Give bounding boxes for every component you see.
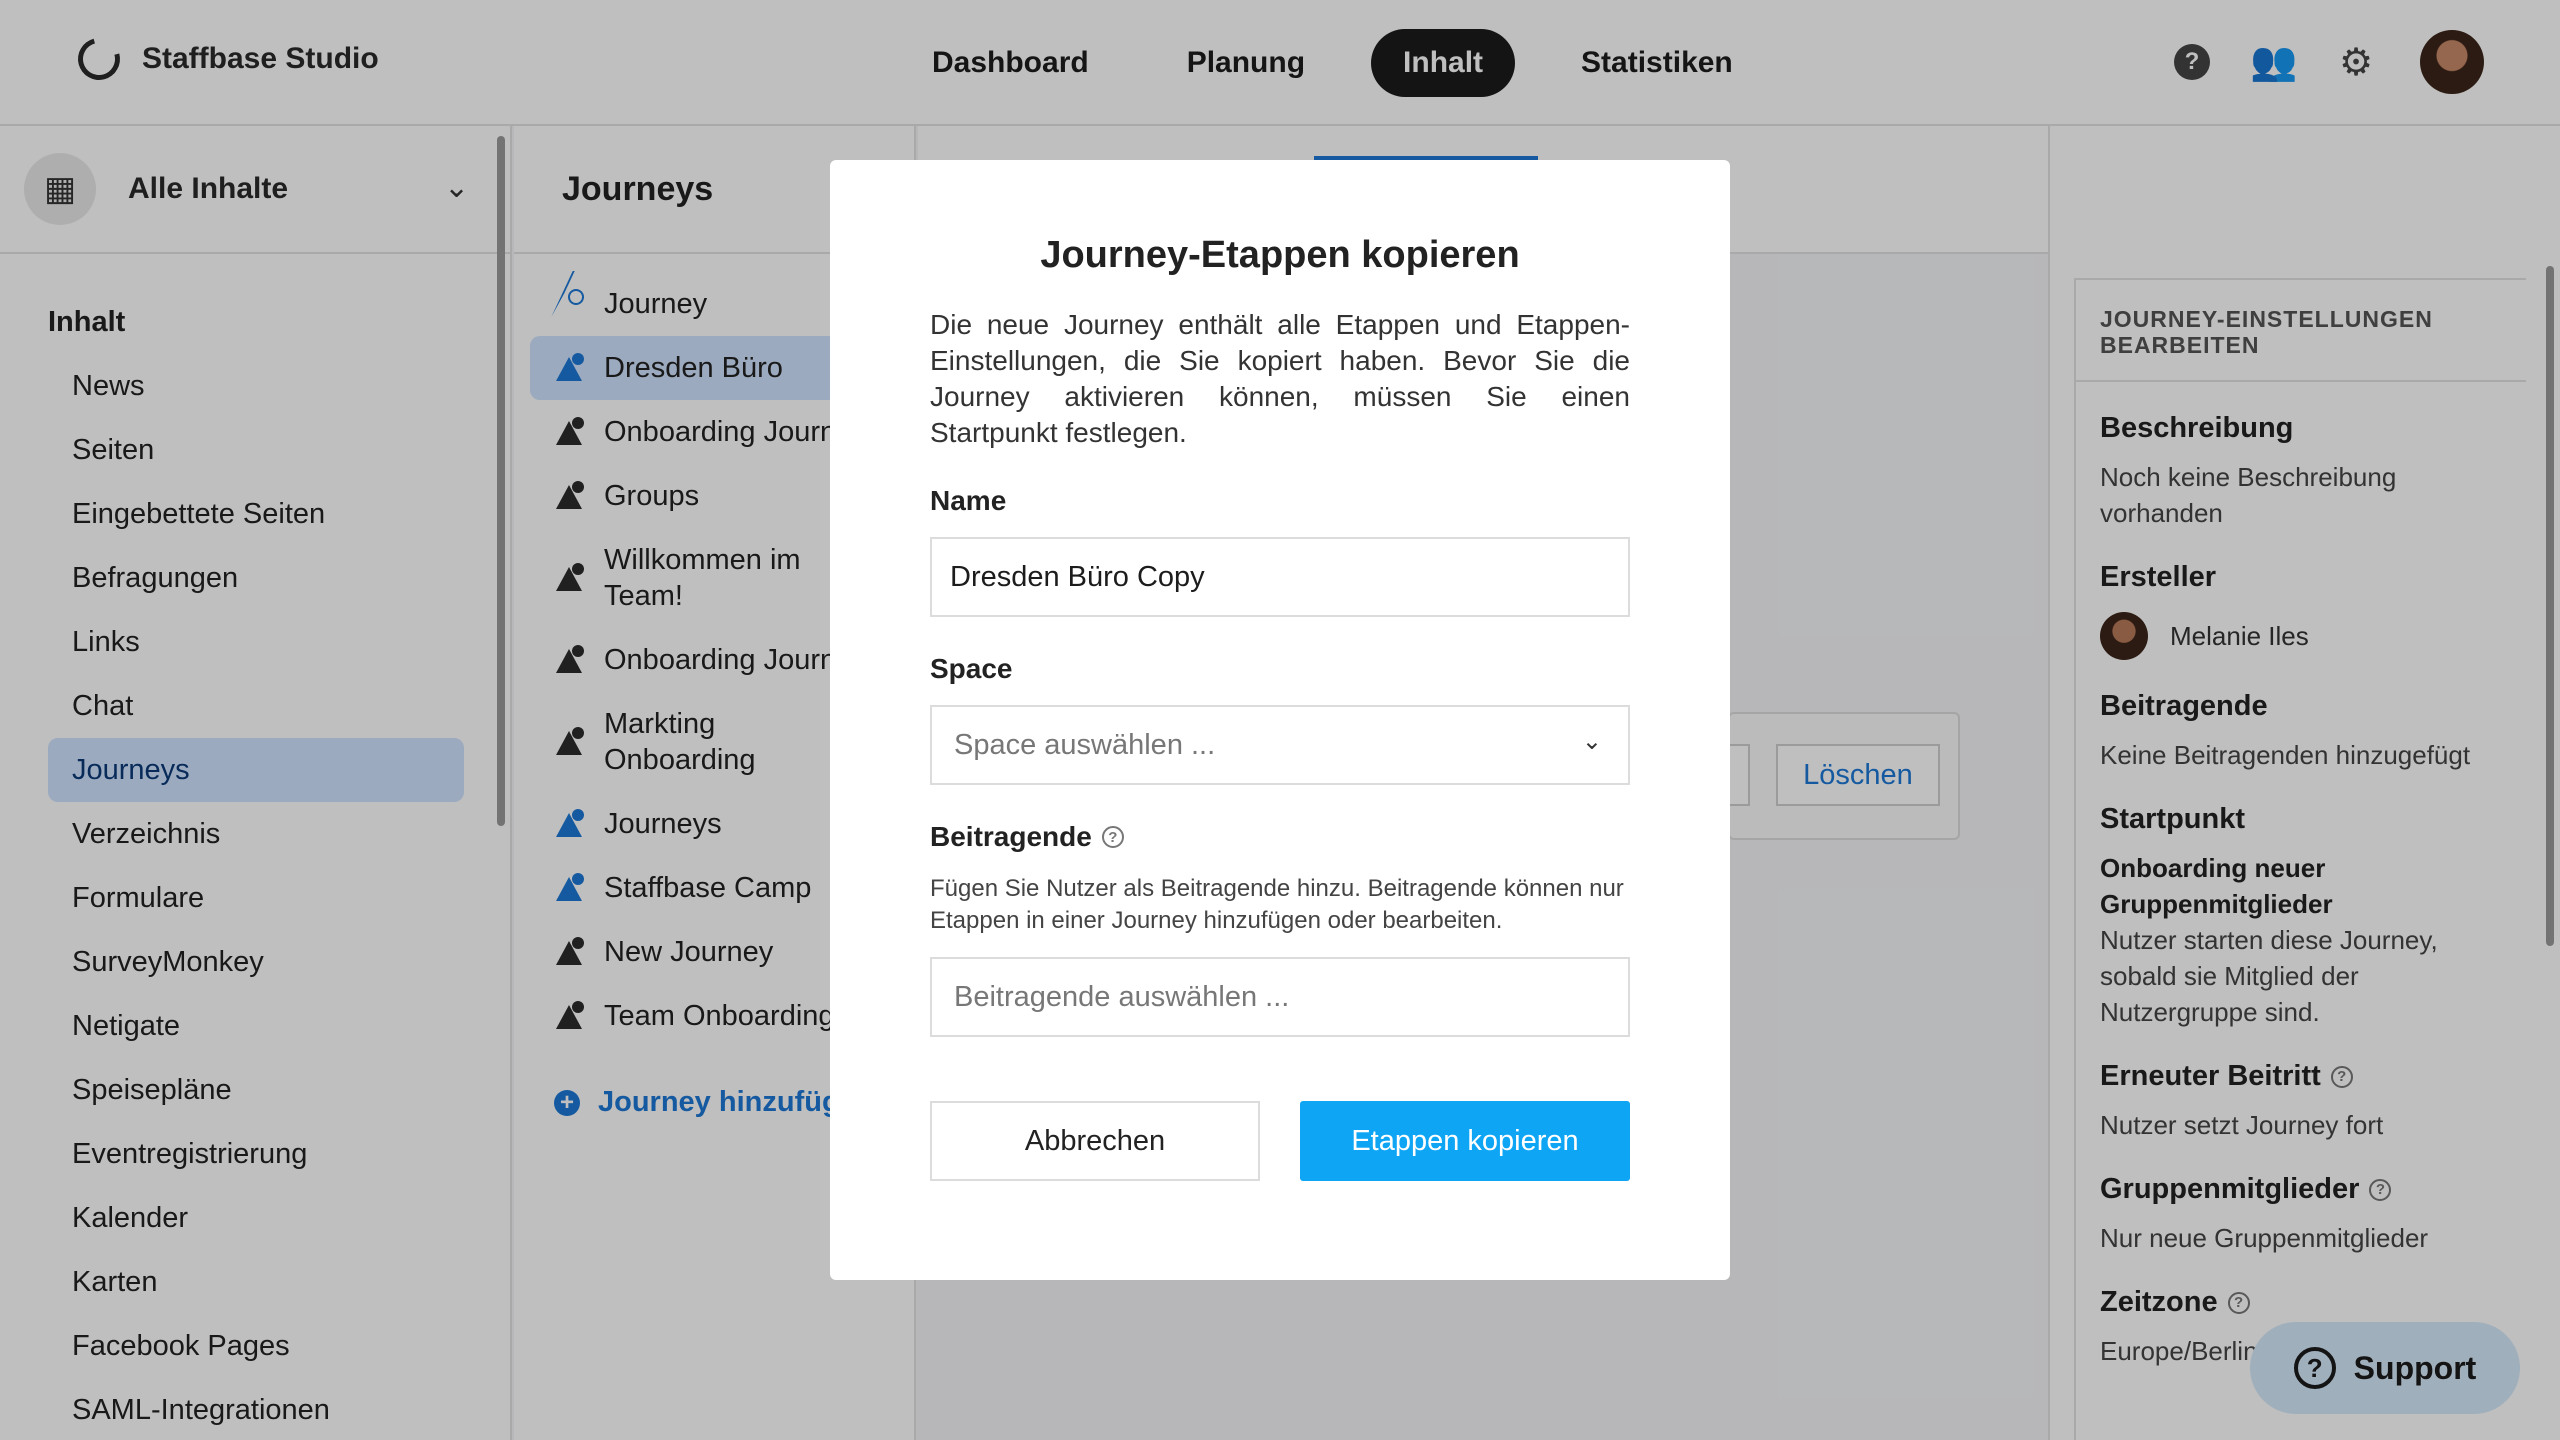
space-label: Space <box>930 653 1013 684</box>
space-select-value: Space auswählen ... <box>930 705 1630 785</box>
copy-stages-button[interactable]: Etappen kopieren <box>1300 1101 1630 1181</box>
info-icon[interactable]: ? <box>1101 826 1124 848</box>
space-select[interactable]: Space auswählen ... ⌄ <box>930 705 1630 785</box>
contributors-label-row: Beitragende ? <box>930 821 1630 853</box>
contributors-hint: Fügen Sie Nutzer als Beitragende hinzu. … <box>930 875 1624 934</box>
chevron-down-icon: ⌄ <box>1581 728 1602 755</box>
name-label: Name <box>930 485 1007 516</box>
dialog-title: Journey-Etappen kopieren <box>1040 234 1520 276</box>
contributors-input[interactable]: Beitragende auswählen ... <box>930 957 1630 1037</box>
dialog-description: Die neue Journey enthält alle Etappen un… <box>930 309 1630 448</box>
name-input[interactable]: Dresden Büro Copy <box>930 537 1630 617</box>
cancel-button[interactable]: Abbrechen <box>930 1101 1260 1181</box>
copy-stages-dialog: Journey-Etappen kopieren Die neue Journe… <box>830 160 1730 1280</box>
dialog-actions: Abbrechen Etappen kopieren <box>930 1101 1630 1181</box>
contributors-field-label: Beitragende <box>930 821 1092 852</box>
